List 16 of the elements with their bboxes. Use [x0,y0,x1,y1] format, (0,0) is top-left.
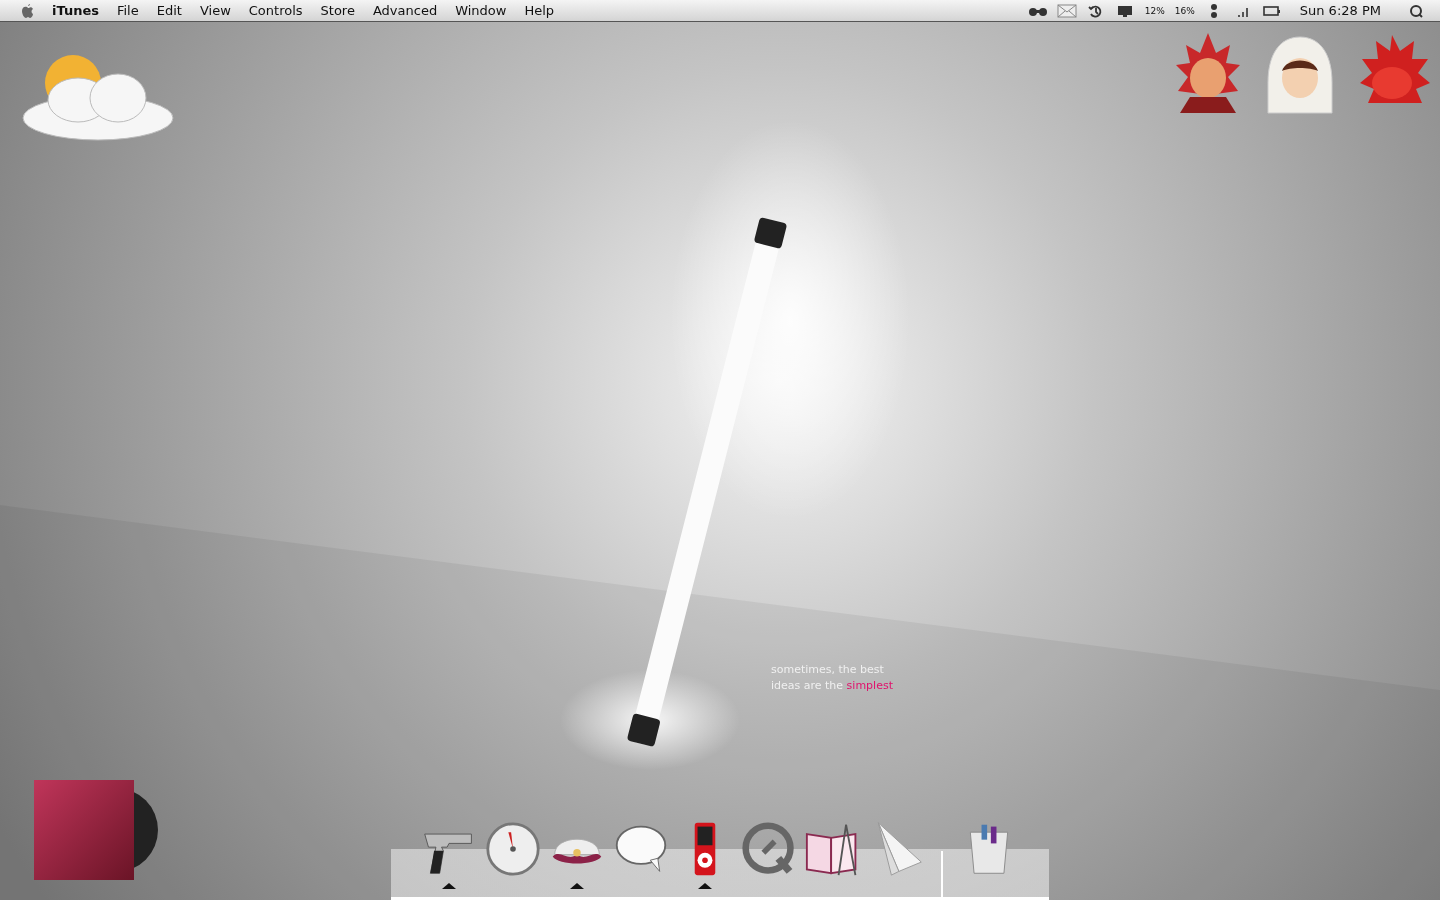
gauge-icon[interactable] [485,821,541,877]
menu-item[interactable]: File [116,3,139,18]
apple-logo-icon[interactable] [20,2,34,19]
app-menu[interactable]: iTunes [52,3,99,18]
menu-item[interactable]: Controls [248,3,303,18]
mail-icon[interactable] [1056,2,1077,19]
menu-item[interactable]: Advanced [372,3,438,18]
menu-item[interactable]: Store [320,3,355,18]
menu-clock[interactable]: Sun 6:28 PM [1299,3,1381,18]
menu-item[interactable]: Edit [156,3,182,18]
q-logo-icon[interactable] [741,821,797,877]
menu-item[interactable]: Window [455,3,507,18]
status-percent[interactable]: 16% [1174,5,1195,16]
menu-item[interactable]: Help [524,3,555,18]
menu-item[interactable]: View [199,3,231,18]
status-percent[interactable]: 12% [1144,5,1165,16]
